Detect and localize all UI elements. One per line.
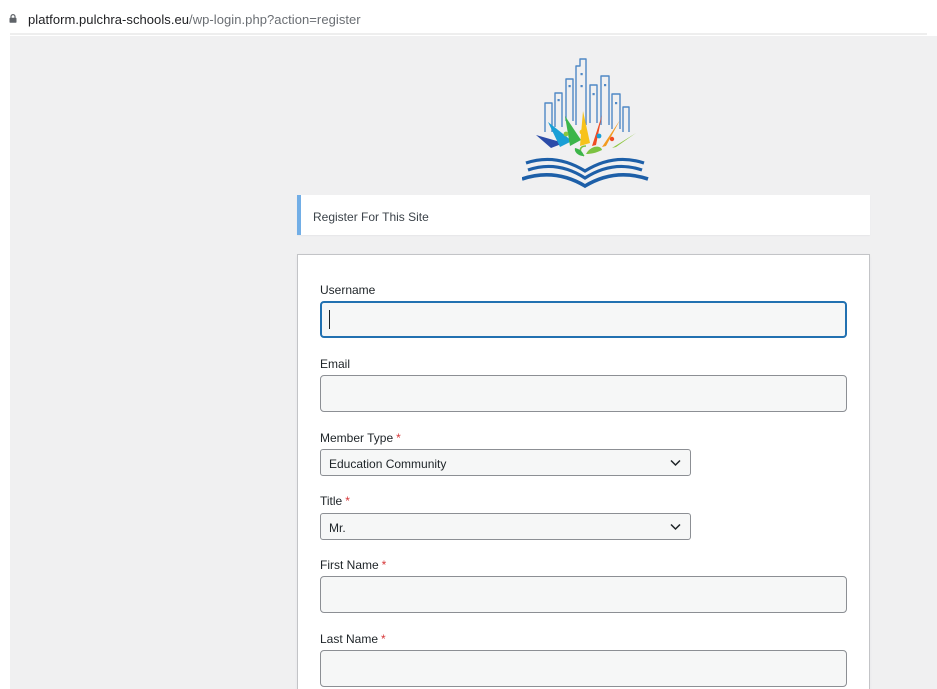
lock-icon [9,14,17,23]
login-page: Register For This Site Username Email Me… [10,36,937,689]
last-name-label-text: Last Name [320,632,379,646]
member-type-label: Member Type * [320,431,401,445]
text-cursor [329,310,330,329]
address-bar-divider [10,33,927,35]
notice-message: Register For This Site [313,210,429,224]
browser-address-bar[interactable]: platform.pulchra-schools.eu/wp-login.php… [0,0,937,36]
email-input[interactable] [320,375,847,412]
member-type-value: Education Community [329,457,447,471]
member-type-label-text: Member Type [320,431,394,445]
title-select[interactable]: Mr. [320,513,691,540]
chevron-down-icon [670,523,681,531]
url-path: /wp-login.php?action=register [189,12,361,27]
first-name-input[interactable] [320,576,847,613]
site-logo[interactable] [521,55,650,189]
username-label-text: Username [320,283,376,297]
username-input[interactable] [320,301,847,338]
registration-form: Username Email Member Type * Education Co… [297,254,870,689]
city-book-logo-icon [521,58,649,189]
email-label-text: Email [320,357,351,371]
email-label: Email [320,357,350,371]
url-host: platform.pulchra-schools.eu [28,12,190,27]
first-name-label-text: First Name [320,558,379,572]
url-text[interactable]: platform.pulchra-schools.eu/wp-login.php… [28,12,361,27]
username-label: Username [320,283,375,297]
member-type-select[interactable]: Education Community [320,449,691,476]
title-label-text: Title [320,494,343,508]
title-label: Title * [320,494,350,508]
last-name-input[interactable] [320,650,847,687]
required-asterisk: * [381,558,387,572]
title-value: Mr. [329,521,346,535]
register-notice: Register For This Site [297,195,870,235]
chevron-down-icon [670,459,681,467]
required-asterisk: * [345,494,350,508]
first-name-label: First Name * [320,558,386,572]
required-asterisk: * [396,431,401,445]
required-asterisk: * [381,632,386,646]
last-name-label: Last Name * [320,632,386,646]
